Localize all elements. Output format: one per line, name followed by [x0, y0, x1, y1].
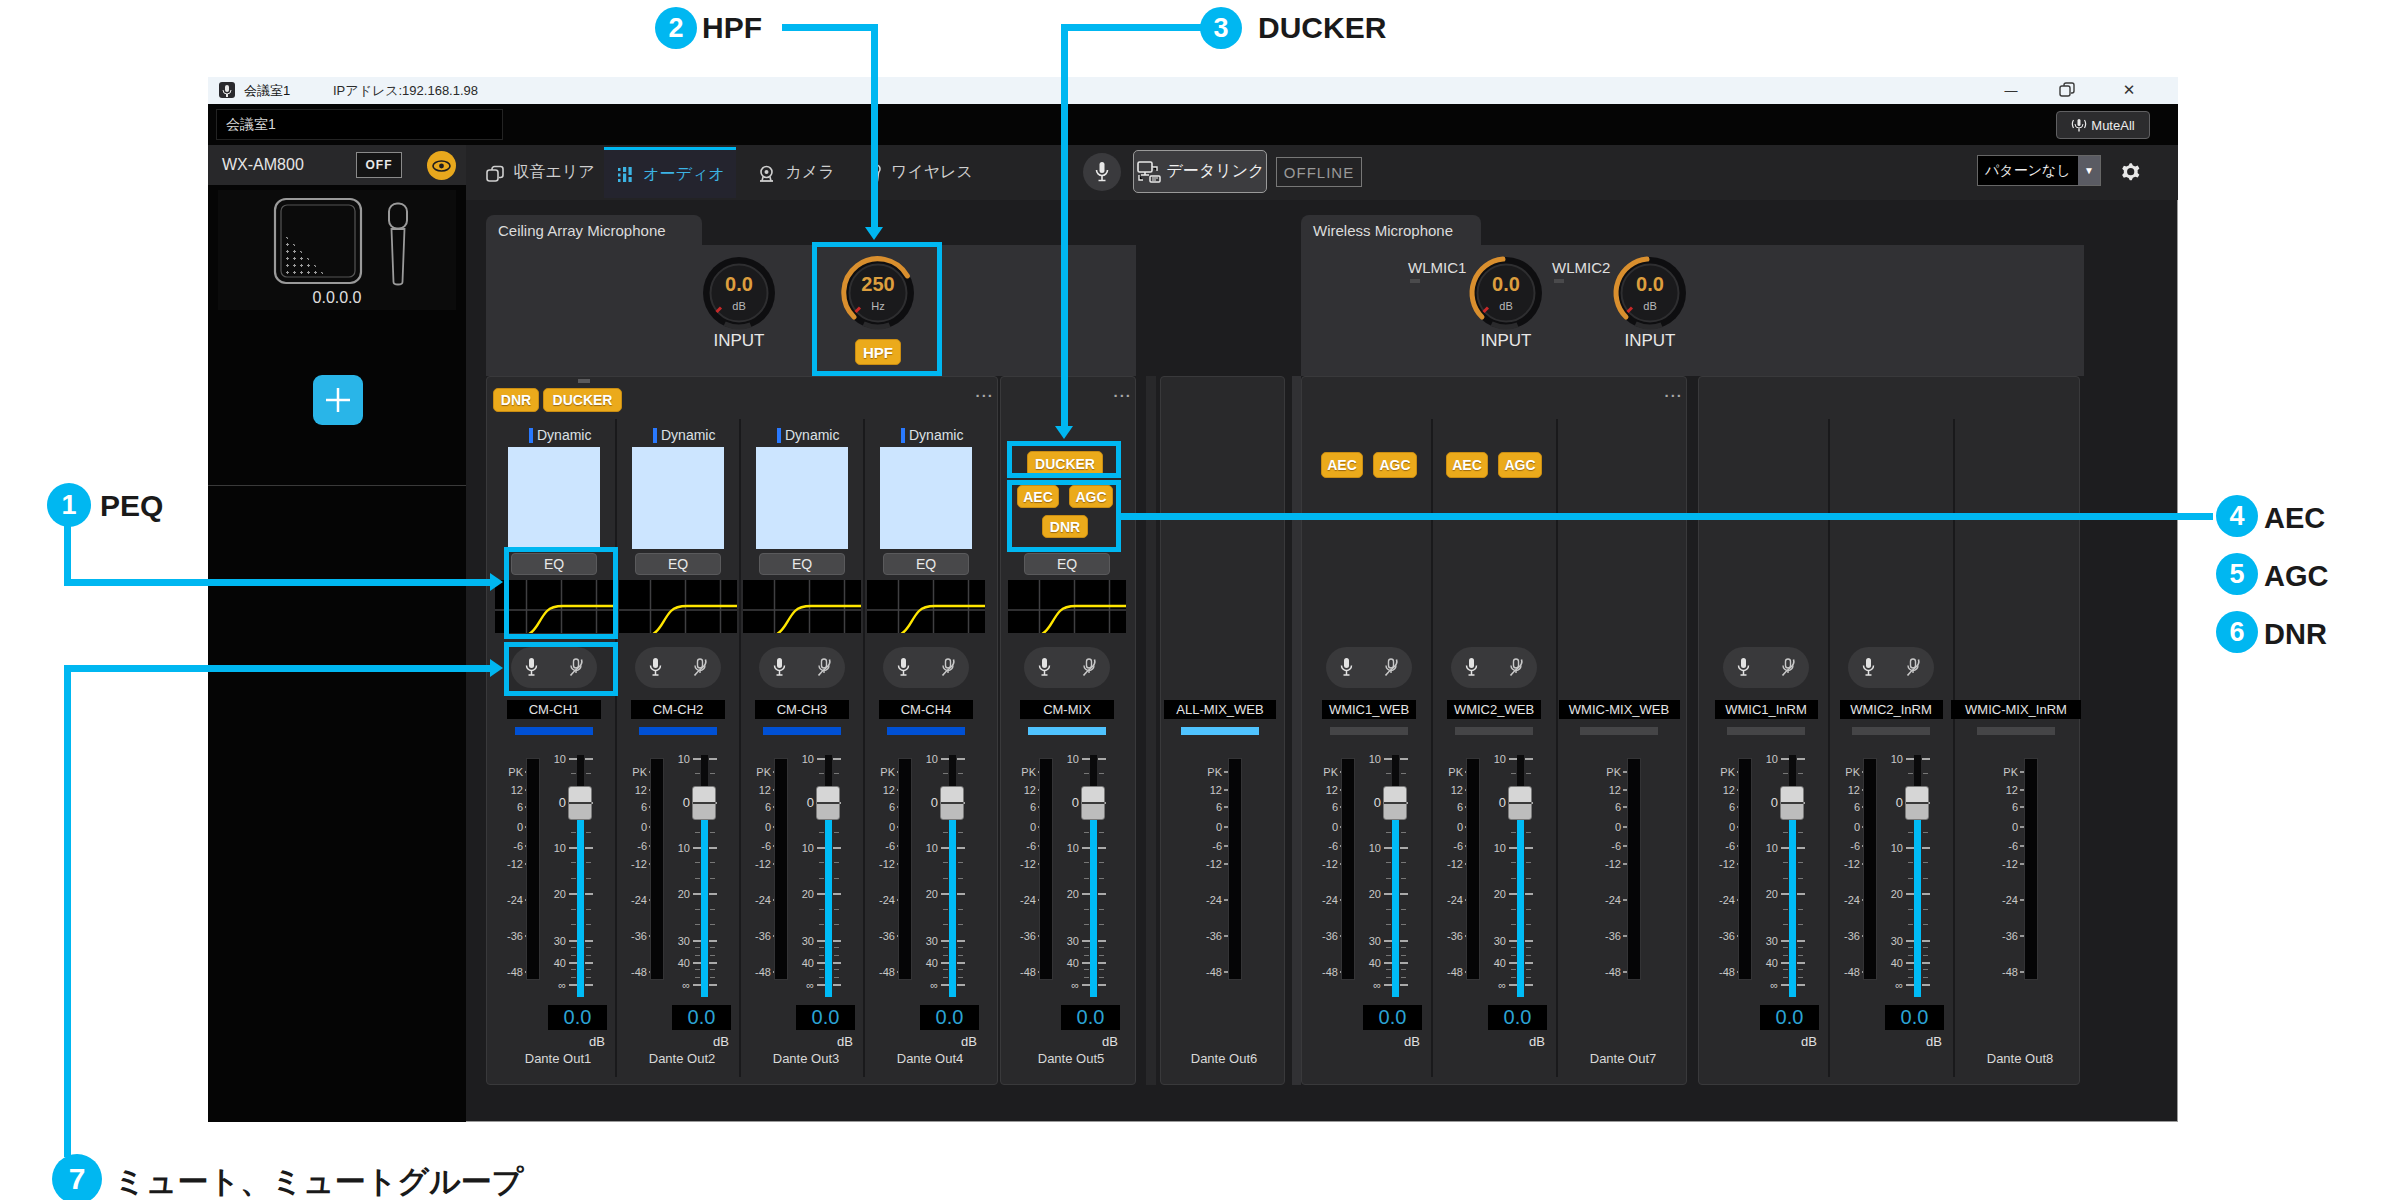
- pattern-value: パターンなし: [1985, 158, 2075, 183]
- tab-camera[interactable]: カメラ: [748, 147, 843, 198]
- toolbar-mic-button[interactable]: [1083, 153, 1121, 191]
- device-off-button[interactable]: OFF: [356, 152, 402, 178]
- wl-knob-panel: [1301, 245, 2084, 376]
- offline-badge: OFFLINE: [1276, 157, 1362, 187]
- muteall-mic-icon: [2071, 117, 2087, 133]
- gear-icon[interactable]: [2117, 158, 2144, 185]
- datalink-label: データリンク: [1167, 161, 1265, 182]
- callout-label-aec: AEC: [2264, 499, 2400, 537]
- sidebar-device-name: WX-AM800: [222, 154, 342, 176]
- tab-wireless[interactable]: ワイヤレス: [858, 147, 984, 198]
- app-icon: [218, 81, 236, 99]
- minimize-button[interactable]: —: [1996, 81, 2026, 99]
- callout-line: [1066, 24, 1202, 31]
- tab-audio[interactable]: オーディオ: [604, 147, 736, 198]
- callout-number-4: 4: [2216, 495, 2258, 537]
- callout-number-5: 5: [2216, 553, 2258, 595]
- callout-label-hpf: HPF: [702, 9, 1022, 47]
- device-mic-icon: [386, 202, 410, 286]
- callout-label-mute: ミュート、ミュートグループ: [114, 1163, 434, 1200]
- tab-label: ワイヤレス: [891, 162, 973, 183]
- tab-label: カメラ: [785, 162, 834, 183]
- datalink-icon: [1136, 159, 1162, 185]
- tab-label: オーディオ: [643, 164, 725, 185]
- toolbar-mic-icon: [1094, 161, 1110, 183]
- callout-label-ducker: DUCKER: [1258, 9, 1578, 47]
- datalink-button[interactable]: データリンク: [1133, 150, 1267, 193]
- callout-number-1: 1: [47, 483, 91, 527]
- add-device-button[interactable]: [313, 375, 363, 425]
- callout-label-agc: AGC: [2264, 557, 2400, 595]
- eye-button[interactable]: [427, 151, 456, 180]
- audio-icon: [615, 165, 635, 185]
- callout-number-6: 6: [2216, 611, 2258, 653]
- wl-section-tab[interactable]: Wireless Microphone: [1301, 215, 1481, 245]
- callout-line: [782, 24, 876, 31]
- mute-all-label: MuteAll: [2091, 118, 2134, 133]
- room-tab[interactable]: 会議室1: [216, 109, 503, 140]
- cm-knob-panel: [486, 245, 1136, 376]
- mute-all-button[interactable]: MuteAll: [2056, 111, 2150, 139]
- window-ip-address: IPアドレス:192.168.1.98: [333, 81, 563, 100]
- callout-line: [64, 668, 71, 1157]
- callout-label-dnr: DNR: [2264, 615, 2400, 653]
- camera-icon: [756, 164, 777, 184]
- tab-label: 収音エリア: [513, 162, 594, 183]
- area-icon: [485, 164, 505, 184]
- callout-number-3: 3: [1200, 7, 1242, 49]
- close-button[interactable]: ✕: [2118, 79, 2140, 101]
- callout-number-7: 7: [52, 1154, 102, 1200]
- plus-icon: [313, 375, 363, 425]
- pattern-dropdown-arrow[interactable]: ▼: [2078, 156, 2100, 185]
- callout-number-2: 2: [655, 7, 697, 49]
- tab-shuon-area[interactable]: 収音エリア: [478, 147, 602, 198]
- window-title: 会議室1: [244, 81, 334, 100]
- room-bar: [208, 104, 2178, 145]
- callout-line: [64, 525, 71, 583]
- sidebar-divider: [208, 485, 466, 486]
- eye-icon: [432, 160, 451, 172]
- restore-button[interactable]: [2058, 81, 2076, 99]
- wireless-mic-icon: [869, 164, 883, 184]
- device-ip: 0.0.0.0: [218, 289, 456, 308]
- cm-section-tab[interactable]: Ceiling Array Microphone: [486, 215, 702, 245]
